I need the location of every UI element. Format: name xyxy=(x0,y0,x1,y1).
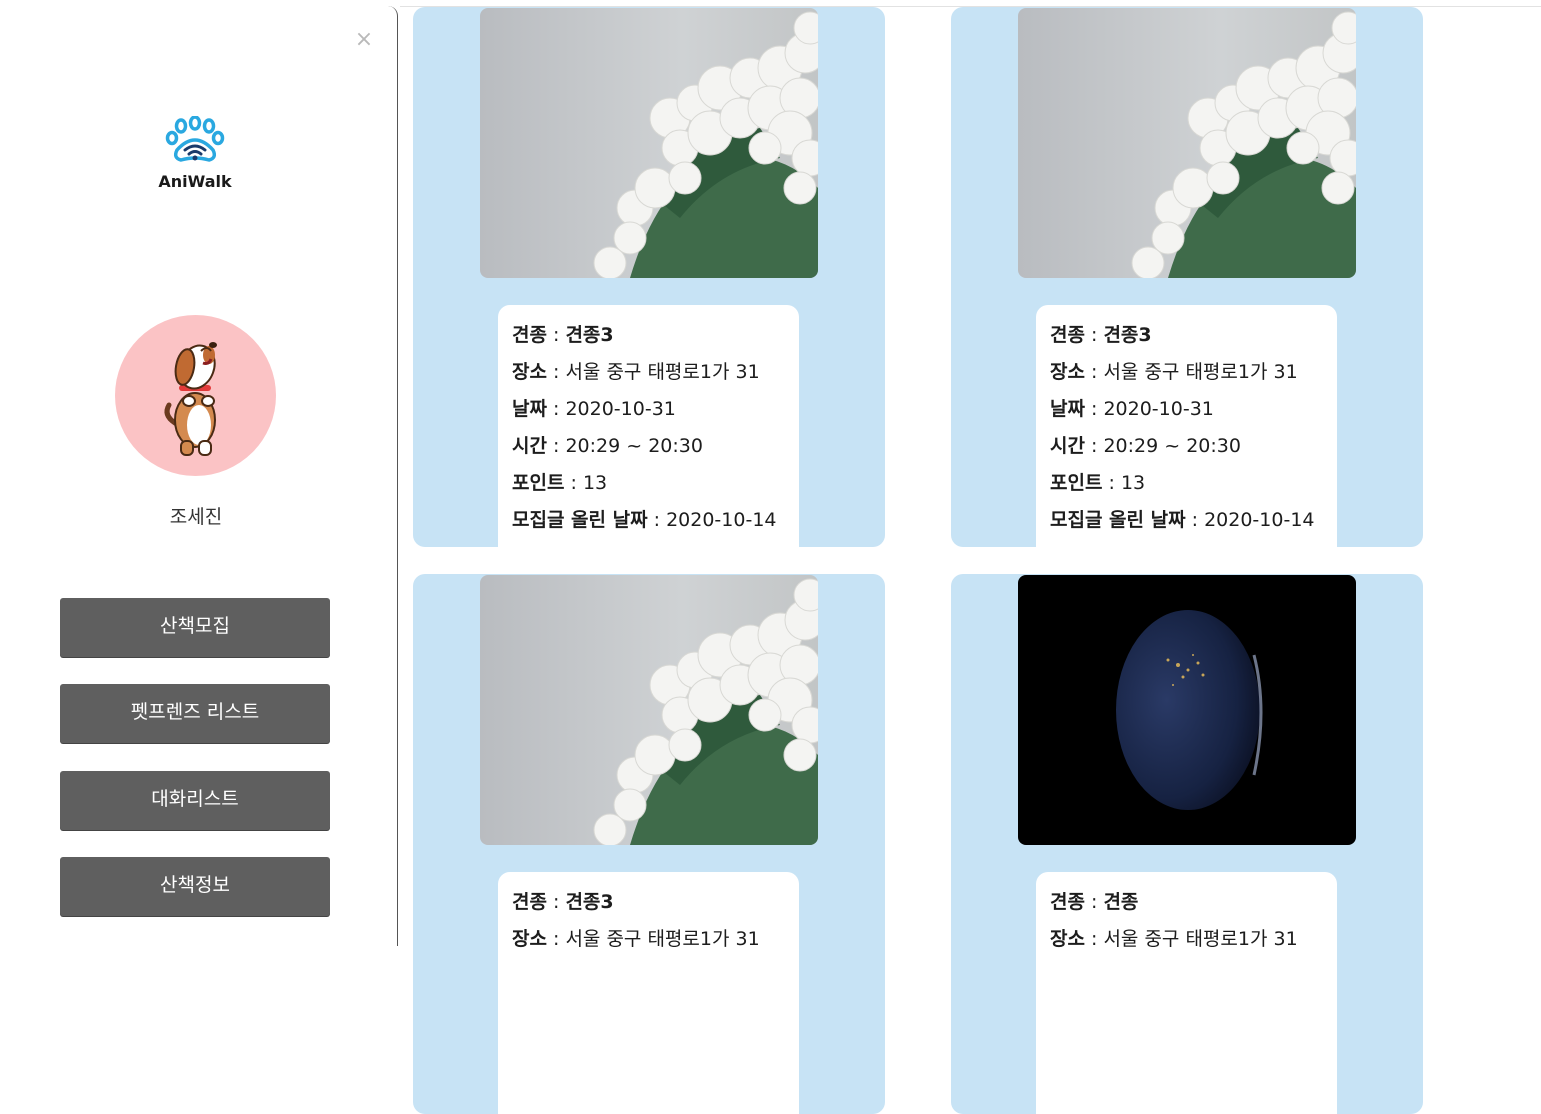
place-row: 장소 : 서울 중구 태평로1가 31 xyxy=(1050,928,1298,950)
posted-row: 모집글 올린 날짜 : 2020-10-14 xyxy=(512,509,777,531)
pet-friends-list-button[interactable]: 펫프렌즈 리스트 xyxy=(60,684,330,743)
breed-row: 견종 : 견종3 xyxy=(1050,324,1152,346)
walk-card[interactable]: 견종 : 견종3 장소 : 서울 중구 태평로1가 31 xyxy=(413,574,885,1114)
username: 조세진 xyxy=(169,506,223,528)
close-icon[interactable]: × xyxy=(352,28,376,52)
walk-info-button[interactable]: 산책정보 xyxy=(60,857,330,916)
logo-text: AniWalk xyxy=(158,172,232,191)
card-info: 견종 : 견종 장소 : 서울 중구 태평로1가 31 xyxy=(1036,872,1337,1114)
breed-row: 견종 : 견종 xyxy=(1050,891,1139,913)
breed-row: 견종 : 견종3 xyxy=(512,324,614,346)
walk-recruit-button[interactable]: 산책모집 xyxy=(60,598,330,657)
card-photo xyxy=(480,575,818,845)
breed-row: 견종 : 견종3 xyxy=(512,891,614,913)
card-photo xyxy=(480,8,818,278)
place-row: 장소 : 서울 중구 태평로1가 31 xyxy=(1050,361,1298,383)
time-row: 시간 : 20:29 ~ 20:30 xyxy=(1050,435,1241,457)
posted-row: 모집글 올린 날짜 : 2020-10-14 xyxy=(1050,509,1315,531)
card-info: 견종 : 견종3 장소 : 서울 중구 태평로1가 31 날짜 : 2020-1… xyxy=(1036,305,1337,547)
white-flowers-photo xyxy=(480,575,818,845)
points-row: 포인트 : 13 xyxy=(512,472,608,494)
card-photo xyxy=(1018,575,1356,845)
card-info: 견종 : 견종3 장소 : 서울 중구 태평로1가 31 xyxy=(498,872,799,1114)
white-flowers-photo xyxy=(480,8,818,278)
card-info: 견종 : 견종3 장소 : 서울 중구 태평로1가 31 날짜 : 2020-1… xyxy=(498,305,799,547)
time-row: 시간 : 20:29 ~ 20:30 xyxy=(512,435,703,457)
card-photo xyxy=(1018,8,1356,278)
dog-avatar-icon xyxy=(164,342,217,456)
place-row: 장소 : 서울 중구 태평로1가 31 xyxy=(512,361,760,383)
paw-wifi-icon xyxy=(165,116,225,162)
logo: AniWalk xyxy=(140,116,250,196)
walk-card[interactable]: 견종 : 견종3 장소 : 서울 중구 태평로1가 31 날짜 : 2020-1… xyxy=(951,7,1423,547)
date-row: 날짜 : 2020-10-31 xyxy=(512,398,676,420)
avatar xyxy=(115,315,276,476)
earth-at-night-photo xyxy=(1018,575,1356,845)
date-row: 날짜 : 2020-10-31 xyxy=(1050,398,1214,420)
walk-card[interactable]: 견종 : 견종3 장소 : 서울 중구 태평로1가 31 날짜 : 2020-1… xyxy=(413,7,885,547)
points-row: 포인트 : 13 xyxy=(1050,472,1146,494)
chat-list-button[interactable]: 대화리스트 xyxy=(60,771,330,830)
place-row: 장소 : 서울 중구 태평로1가 31 xyxy=(512,928,760,950)
white-flowers-photo xyxy=(1018,8,1356,278)
sidebar: × AniWalk 조세진 산책모집 펫프렌즈 리스트 대화리스트 산책정보 xyxy=(0,6,398,946)
walk-card[interactable]: 견종 : 견종 장소 : 서울 중구 태평로1가 31 xyxy=(951,574,1423,1114)
